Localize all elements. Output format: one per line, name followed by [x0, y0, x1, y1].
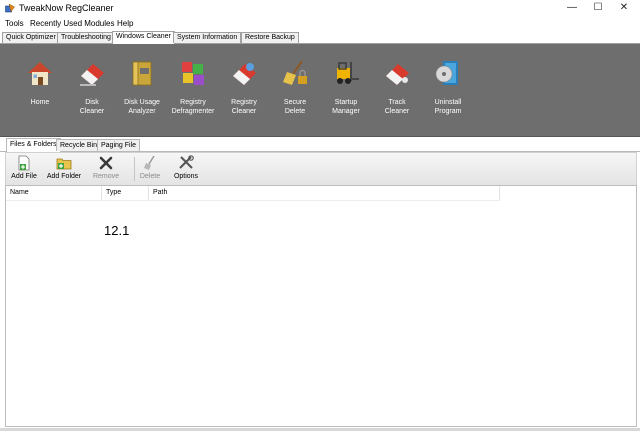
toolbar-separator — [134, 157, 135, 181]
eraser-icon — [80, 64, 104, 86]
add-file-label: Add File — [11, 173, 37, 180]
close-button[interactable]: ✕ — [611, 0, 637, 16]
remove-icon — [99, 156, 113, 170]
broom-lock-icon — [283, 60, 307, 85]
files-toolbar: Add File Add Folder Remove Delete Option… — [5, 152, 637, 185]
secure-delete-label: Secure Delete — [283, 99, 307, 115]
menu-help[interactable]: Help — [117, 19, 133, 28]
menu-bar: Tools Recently Used Modules Help — [0, 17, 640, 30]
tab-restore-backup[interactable]: Restore Backup — [241, 32, 299, 43]
disc-box-icon — [435, 61, 458, 85]
header-divider — [6, 200, 500, 201]
tab-files-folders[interactable]: Files & Folders — [6, 138, 61, 152]
column-header-path[interactable]: Path — [149, 186, 500, 200]
home-button[interactable]: Home — [13, 52, 67, 130]
tab-quick-optimizer[interactable]: Quick Optimizer — [2, 32, 60, 43]
track-cleaner-label: Track Cleaner — [384, 99, 410, 115]
cubes-icon — [182, 62, 204, 85]
file-list[interactable]: Name Type Path — [5, 185, 637, 427]
disk-cleaner-button[interactable]: Disk Cleaner — [65, 52, 119, 130]
maximize-button[interactable]: ☐ — [585, 0, 611, 16]
options-button[interactable]: Options — [171, 155, 201, 183]
column-header-type[interactable]: Type — [102, 186, 149, 200]
startup-manager-label: Startup Manager — [332, 99, 360, 115]
tab-troubleshooting[interactable]: Troubleshooting — [57, 32, 115, 43]
tab-windows-cleaner[interactable]: Windows Cleaner — [112, 31, 175, 44]
options-label: Options — [173, 173, 199, 180]
secure-delete-button[interactable]: Secure Delete — [268, 52, 322, 130]
tab-system-information[interactable]: System Information — [173, 32, 242, 43]
eraser-icon — [233, 63, 256, 85]
app-icon — [5, 3, 15, 13]
tab-paging-file[interactable]: Paging File — [97, 139, 141, 151]
column-header-name[interactable]: Name — [6, 186, 102, 200]
uninstall-program-label: Uninstall Program — [434, 99, 462, 115]
eraser-icon — [386, 64, 409, 85]
add-folder-icon — [56, 158, 72, 170]
tools-icon — [179, 155, 194, 169]
disk-usage-analyzer-button[interactable]: Disk Usage Analyzer — [115, 52, 169, 130]
delete-label: Delete — [139, 173, 161, 180]
broom-icon — [144, 155, 155, 170]
menu-recently-used-modules[interactable]: Recently Used Modules — [30, 19, 114, 28]
registry-defragmenter-button[interactable]: Registry Defragmenter — [166, 52, 220, 130]
folder-icon — [132, 61, 152, 86]
registry-cleaner-label: Registry Cleaner — [231, 99, 257, 115]
startup-manager-button[interactable]: Startup Manager — [319, 52, 373, 130]
forklift-icon — [337, 62, 359, 84]
module-tabs: Quick Optimizer Troubleshooting Windows … — [0, 31, 640, 44]
add-file-button[interactable]: Add File — [11, 155, 37, 183]
registry-cleaner-button[interactable]: Registry Cleaner — [217, 52, 271, 130]
add-folder-label: Add Folder — [46, 173, 82, 180]
title-bar: TweakNow RegCleaner — ☐ ✕ — [0, 0, 640, 16]
tab-recycle-bin[interactable]: Recycle Bin — [56, 139, 101, 151]
delete-button[interactable]: Delete — [137, 155, 163, 183]
remove-label: Remove — [92, 173, 120, 180]
remove-button[interactable]: Remove — [92, 155, 120, 183]
house-icon — [28, 62, 52, 85]
cleaner-tabs: Files & Folders Recycle Bin Paging File — [0, 138, 640, 152]
window-title: TweakNow RegCleaner — [19, 3, 114, 13]
add-folder-button[interactable]: Add Folder — [46, 155, 82, 183]
module-ribbon: Home Disk Cleaner Disk Usage Analyzer Re… — [0, 44, 640, 137]
home-label: Home — [30, 99, 50, 106]
minimize-button[interactable]: — — [559, 0, 585, 16]
menu-tools[interactable]: Tools — [5, 19, 24, 28]
disk-usage-analyzer-label: Disk Usage Analyzer — [124, 99, 160, 115]
add-file-icon — [18, 155, 30, 171]
registry-defragmenter-label: Registry Defragmenter — [171, 99, 215, 115]
disk-cleaner-label: Disk Cleaner — [79, 99, 105, 115]
track-cleaner-button[interactable]: Track Cleaner — [370, 52, 424, 130]
uninstall-program-button[interactable]: Uninstall Program — [421, 52, 475, 130]
overlay-number: 12.1 — [104, 223, 130, 238]
